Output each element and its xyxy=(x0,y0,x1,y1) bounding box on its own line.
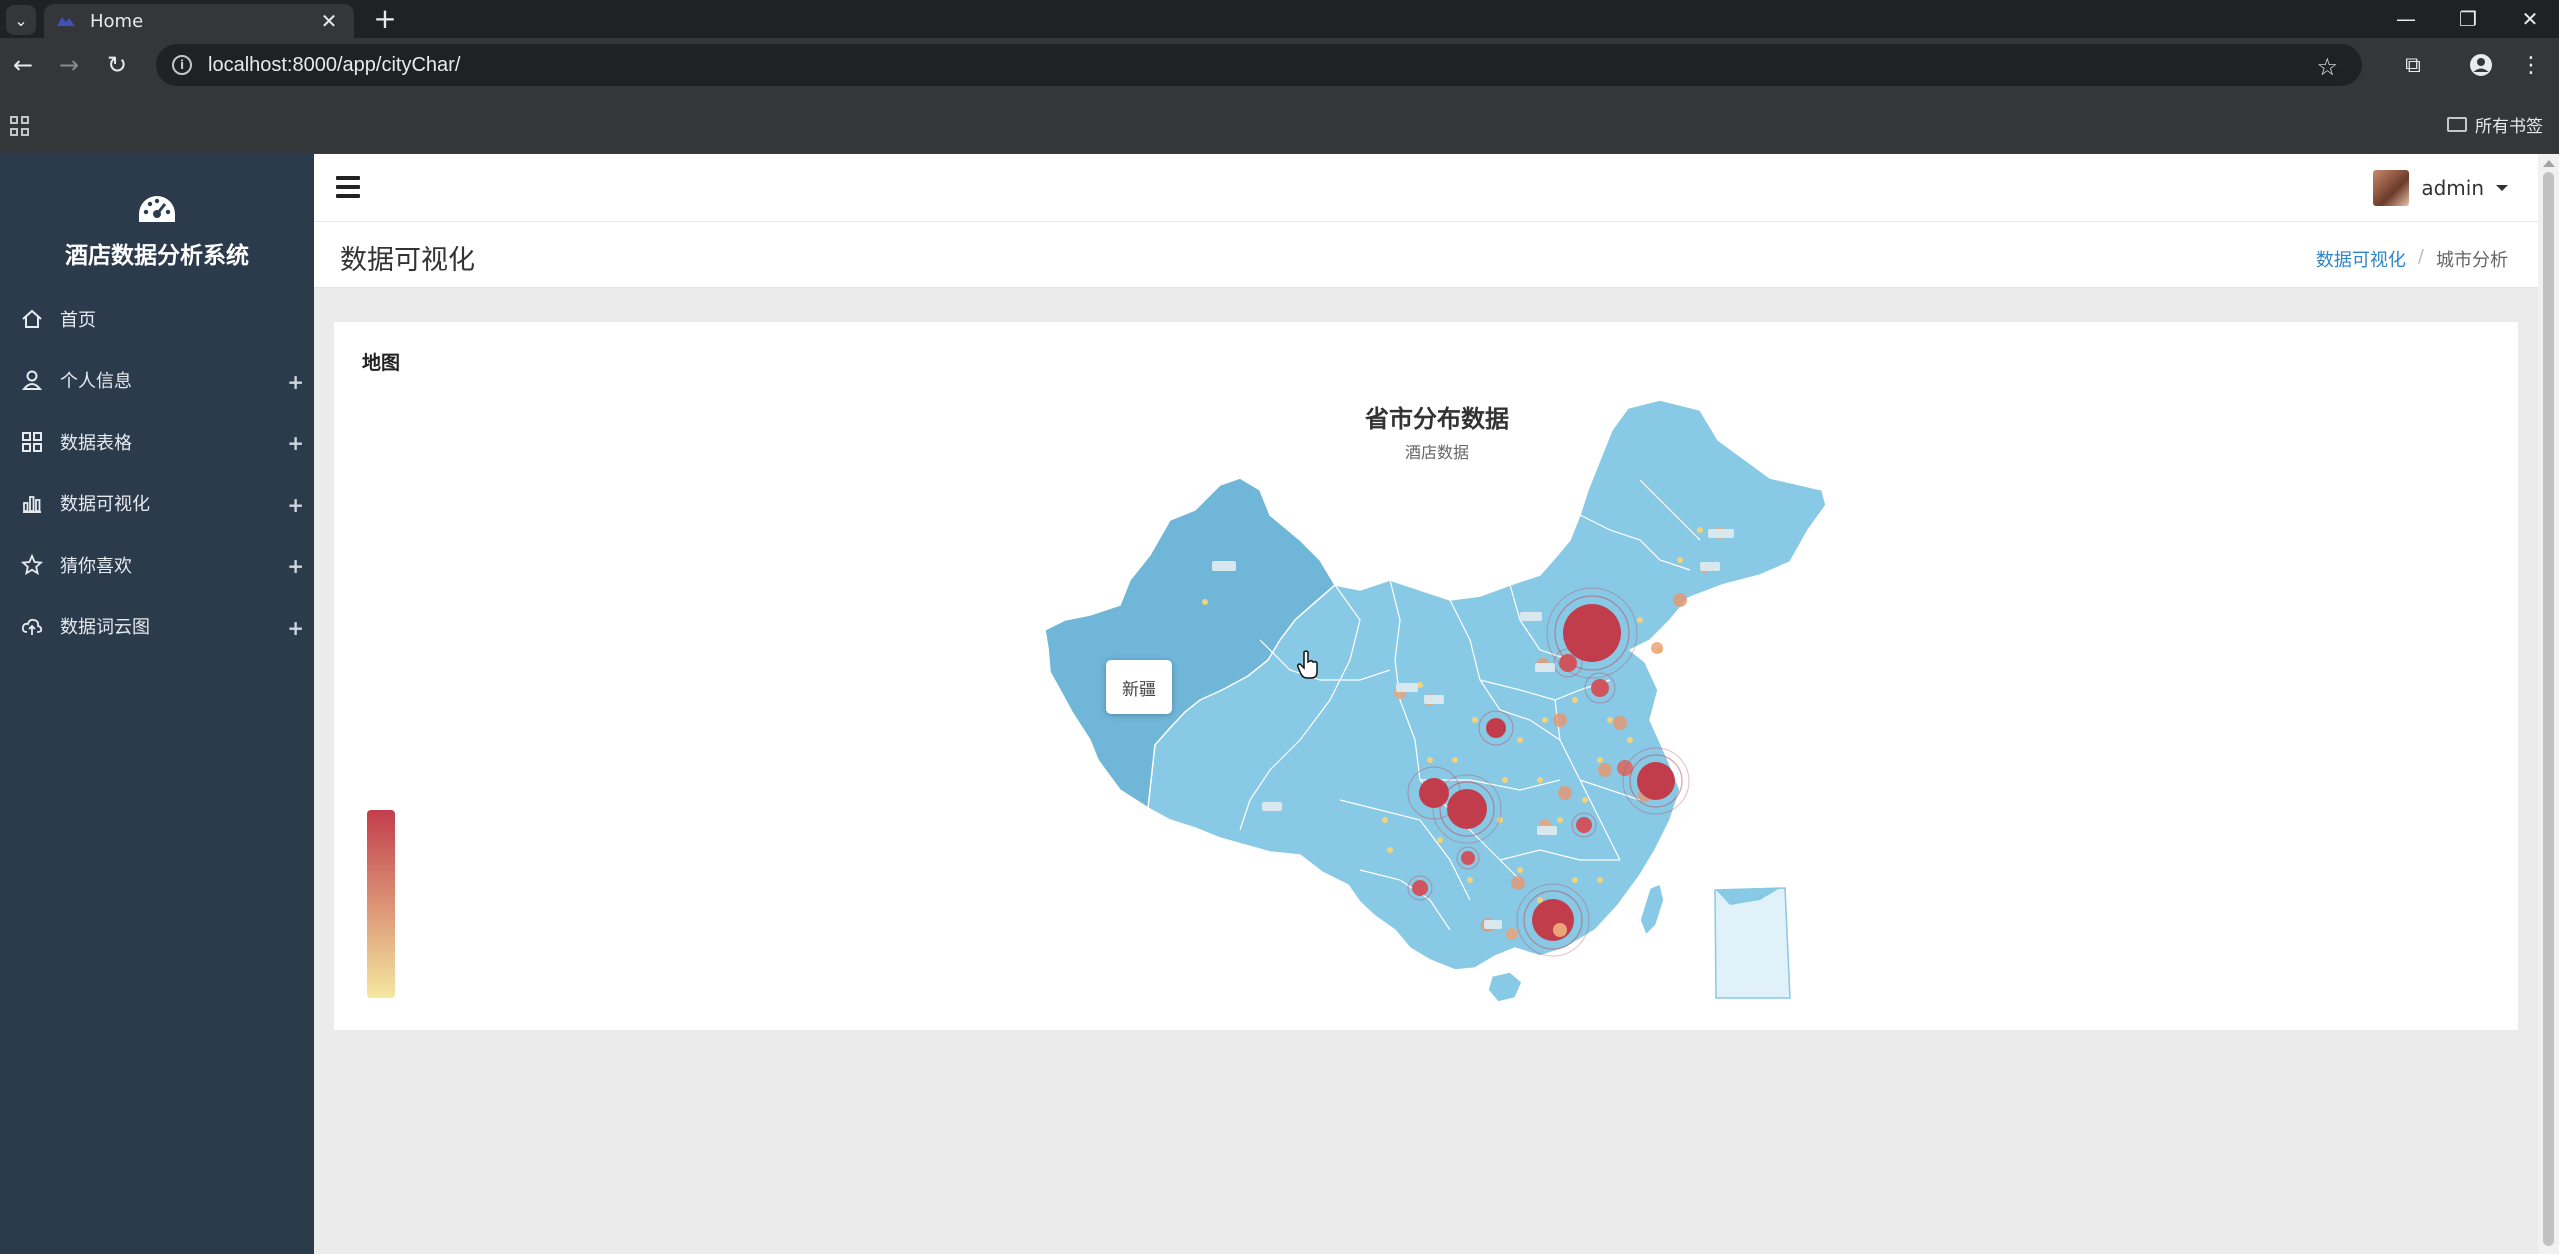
city-point[interactable] xyxy=(1427,757,1433,763)
city-bubble[interactable] xyxy=(1553,713,1567,727)
city-point[interactable] xyxy=(1542,717,1548,723)
province-label xyxy=(1484,920,1502,929)
province-label xyxy=(1537,826,1557,835)
map-title: 省市分布数据 xyxy=(1364,405,1509,433)
city-point[interactable] xyxy=(1517,737,1523,743)
city-point[interactable] xyxy=(1382,817,1388,823)
city-point[interactable] xyxy=(1537,777,1543,783)
hand-cursor-icon xyxy=(1297,650,1318,679)
city-point[interactable] xyxy=(1697,527,1703,533)
city-point[interactable] xyxy=(1467,877,1473,883)
province-label xyxy=(1700,562,1720,571)
city-bubble[interactable] xyxy=(1651,642,1663,654)
province-label xyxy=(1424,695,1444,704)
city-bubble[interactable] xyxy=(1511,876,1525,890)
city-point[interactable] xyxy=(1582,797,1588,803)
city-point[interactable] xyxy=(1202,599,1208,605)
map-region-taiwan[interactable] xyxy=(1639,882,1665,937)
city-point[interactable] xyxy=(1572,877,1578,883)
city-point[interactable] xyxy=(1677,557,1683,563)
map-tooltip: 新疆 xyxy=(1106,660,1172,714)
city-bubble[interactable] xyxy=(1558,786,1572,800)
city-point[interactable] xyxy=(1387,847,1393,853)
south-china-sea-inset xyxy=(1714,887,1791,999)
province-label xyxy=(1212,561,1236,571)
city-point[interactable] xyxy=(1627,737,1633,743)
city-bubble[interactable] xyxy=(1506,928,1518,940)
province-label xyxy=(1262,802,1282,811)
city-point[interactable] xyxy=(1452,757,1458,763)
city-bubble[interactable] xyxy=(1613,716,1627,730)
city-point[interactable] xyxy=(1472,717,1478,723)
city-point[interactable] xyxy=(1637,617,1643,623)
visual-map-legend[interactable] xyxy=(367,810,395,998)
city-point[interactable] xyxy=(1607,717,1613,723)
province-label xyxy=(1396,683,1418,692)
map-region-hainan[interactable] xyxy=(1487,971,1523,1003)
city-point[interactable] xyxy=(1557,817,1563,823)
map-subtitle: 酒店数据 xyxy=(1405,443,1469,462)
city-point[interactable] xyxy=(1597,877,1603,883)
province-label xyxy=(1535,663,1555,672)
city-point[interactable] xyxy=(1502,777,1508,783)
city-bubble[interactable] xyxy=(1598,763,1612,777)
city-point[interactable] xyxy=(1597,757,1603,763)
city-point[interactable] xyxy=(1437,837,1443,843)
china-map-chart: 省市分布数据 酒店数据 xyxy=(1044,399,1827,1003)
city-point[interactable] xyxy=(1572,697,1578,703)
city-point[interactable] xyxy=(1517,867,1523,873)
province-label xyxy=(1520,612,1542,621)
city-bubble[interactable] xyxy=(1673,593,1687,607)
province-label xyxy=(1708,529,1734,538)
